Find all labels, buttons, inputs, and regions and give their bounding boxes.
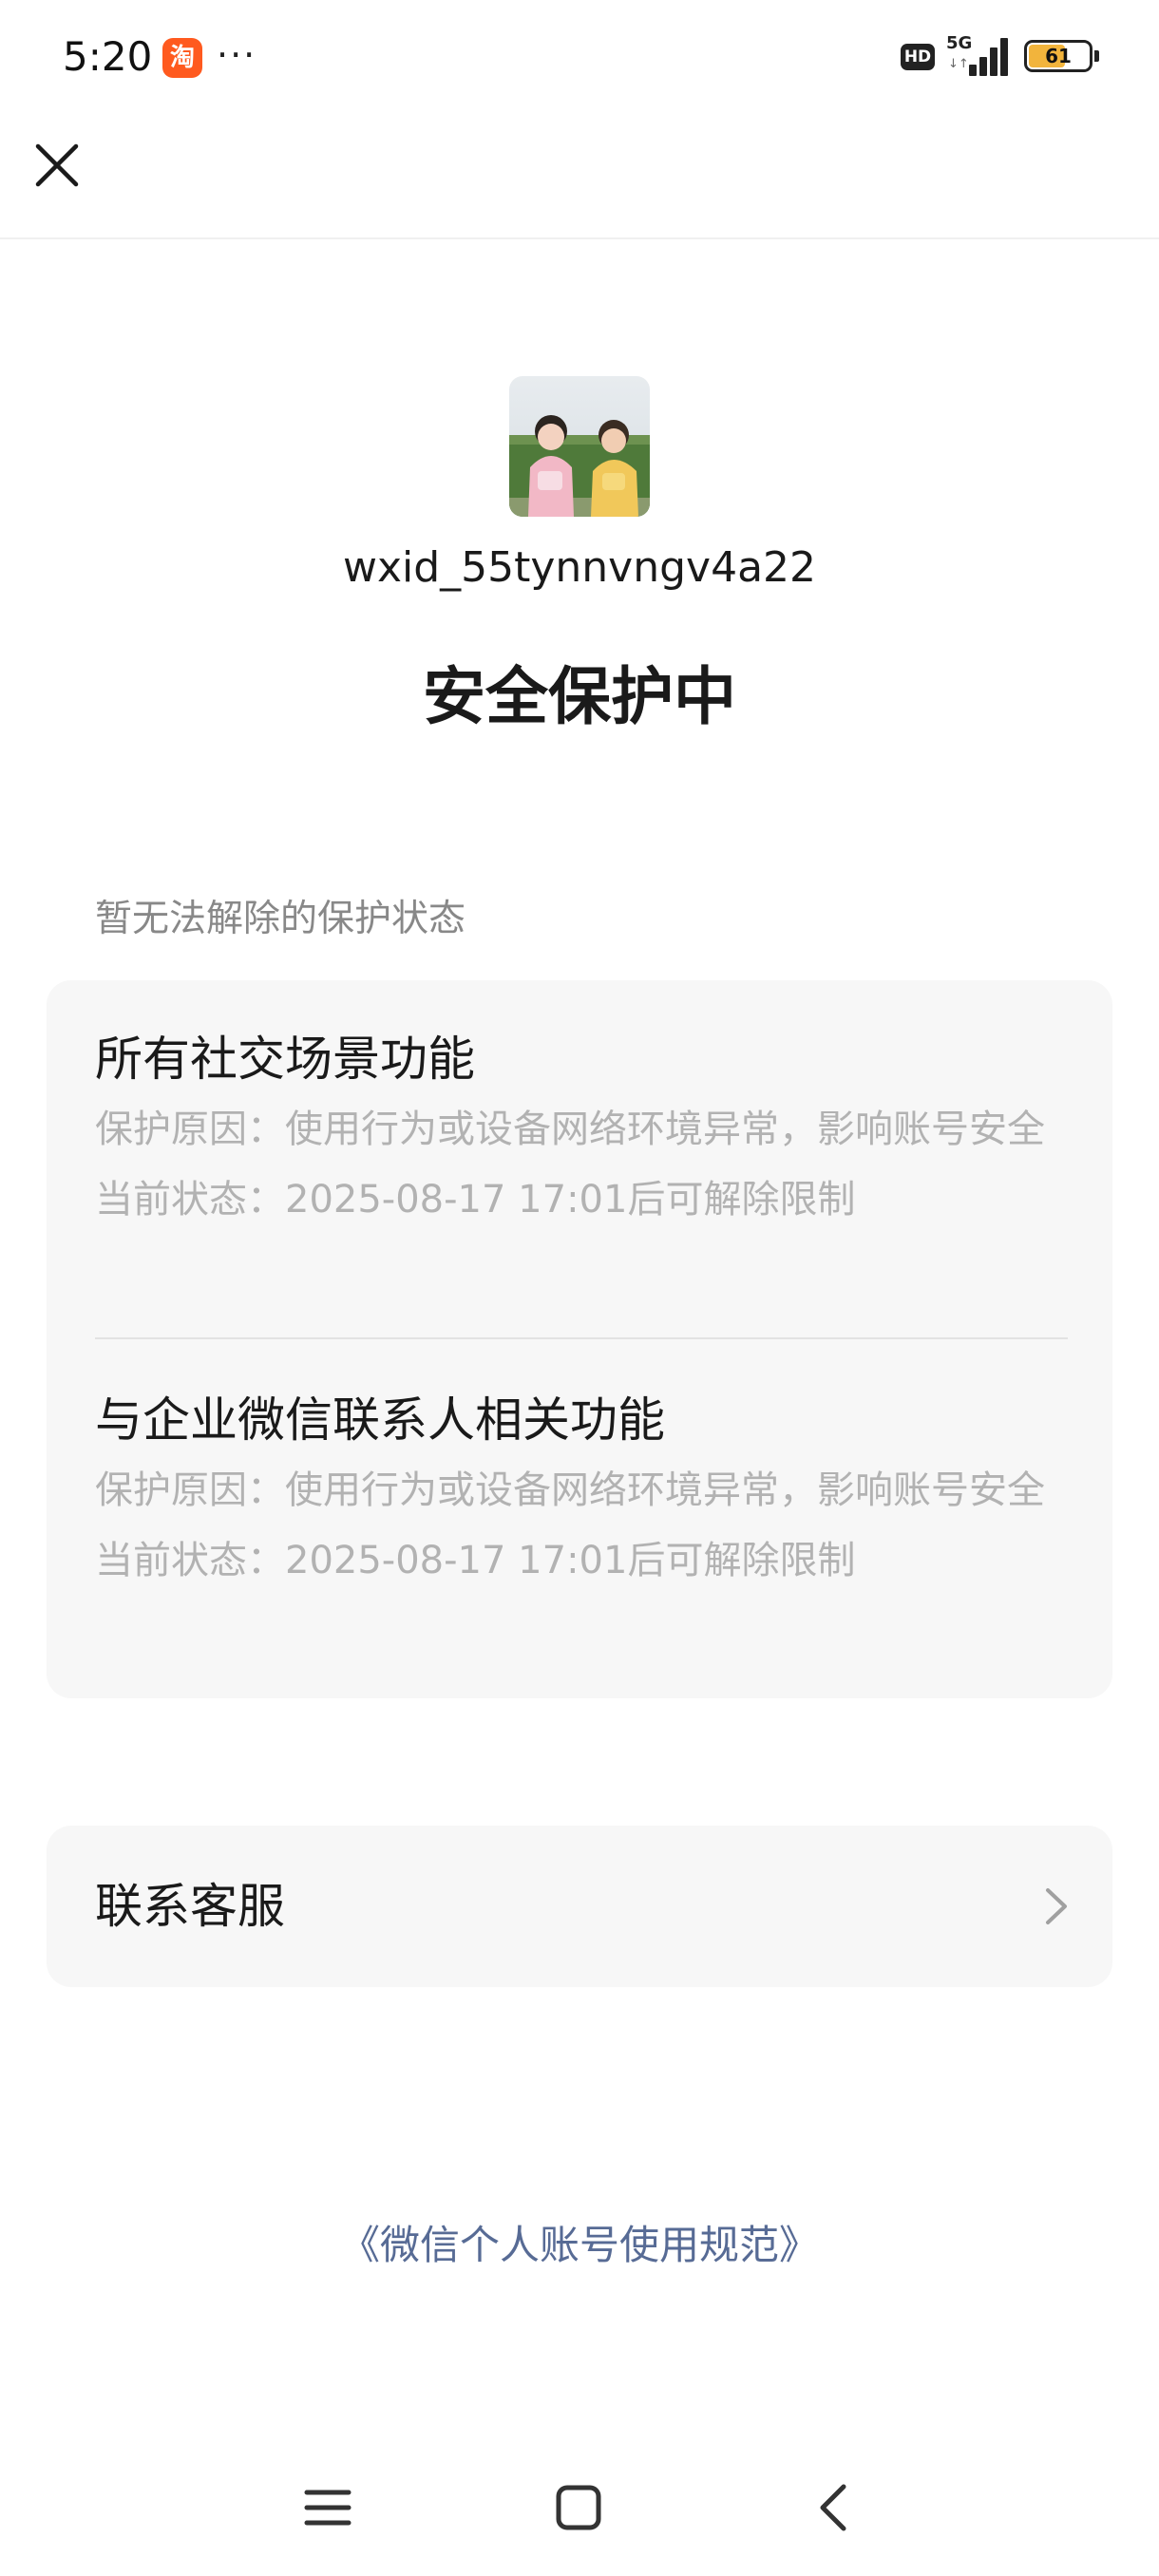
page-title: 安全保护中 [423,660,736,733]
restriction-item-wecom: 与企业微信联系人相关功能 保护原因：使用行为或设备网络环境异常，影响账号安全 当… [95,1387,1068,1588]
battery-cap [1094,50,1099,62]
status-bar: 5:20 淘 ··· HD 5G ↓↑ 61 [0,0,1159,114]
home-icon [556,2485,601,2530]
card-divider [95,1337,1068,1339]
close-icon [35,143,79,187]
signal-bar [990,47,998,76]
signal-strength-icon: 5G ↓↑ [946,34,1011,76]
menu-icon [304,2490,352,2526]
section-label: 暂无法解除的保护状态 [95,898,466,940]
restriction-status: 当前状态：2025-08-17 17:01后可解除限制 [95,1178,856,1222]
battery-level-text: 61 [1045,45,1072,67]
restrictions-card: 所有社交场景功能 保护原因：使用行为或设备网络环境异常，影响账号安全 当前状态：… [47,980,1112,1698]
taobao-app-icon: 淘 [162,38,202,78]
system-back-button[interactable] [806,2479,863,2536]
chevron-right-icon [1046,1888,1067,1924]
system-menu-button[interactable] [299,2479,356,2536]
nav-divider [0,237,1159,239]
user-avatar [509,376,650,517]
user-avatar-photo [509,376,650,517]
restriction-status: 当前状态：2025-08-17 17:01后可解除限制 [95,1539,856,1582]
restriction-reason: 保护原因：使用行为或设备网络环境异常，影响账号安全 [95,1108,1045,1151]
contact-support-button[interactable]: 联系客服 [47,1826,1112,1987]
signal-bar [969,65,977,76]
back-icon [820,2484,846,2531]
restriction-item-social: 所有社交场景功能 保护原因：使用行为或设备网络环境异常，影响账号安全 当前状态：… [95,1026,1068,1227]
status-time: 5:20 [63,33,153,80]
system-home-button[interactable] [550,2479,607,2536]
restriction-reason: 保护原因：使用行为或设备网络环境异常，影响账号安全 [95,1468,1045,1512]
hd-voice-icon: HD [901,44,935,70]
network-type-label: 5G [946,33,973,53]
account-policy-link[interactable]: 《微信个人账号使用规范》 [0,2217,1159,2274]
data-activity-icon: ↓↑ [948,57,969,71]
signal-bar [979,57,987,76]
battery-icon: 61 [1024,40,1092,72]
restriction-title: 所有社交场景功能 [95,1032,475,1087]
wxid-label: wxid_55tynnvngv4a22 [342,543,817,592]
close-button[interactable] [27,135,87,196]
signal-bar [1000,38,1008,76]
more-notifications-icon: ··· [217,34,257,76]
contact-support-label: 联系客服 [95,1879,285,1934]
restriction-title: 与企业微信联系人相关功能 [95,1392,665,1448]
